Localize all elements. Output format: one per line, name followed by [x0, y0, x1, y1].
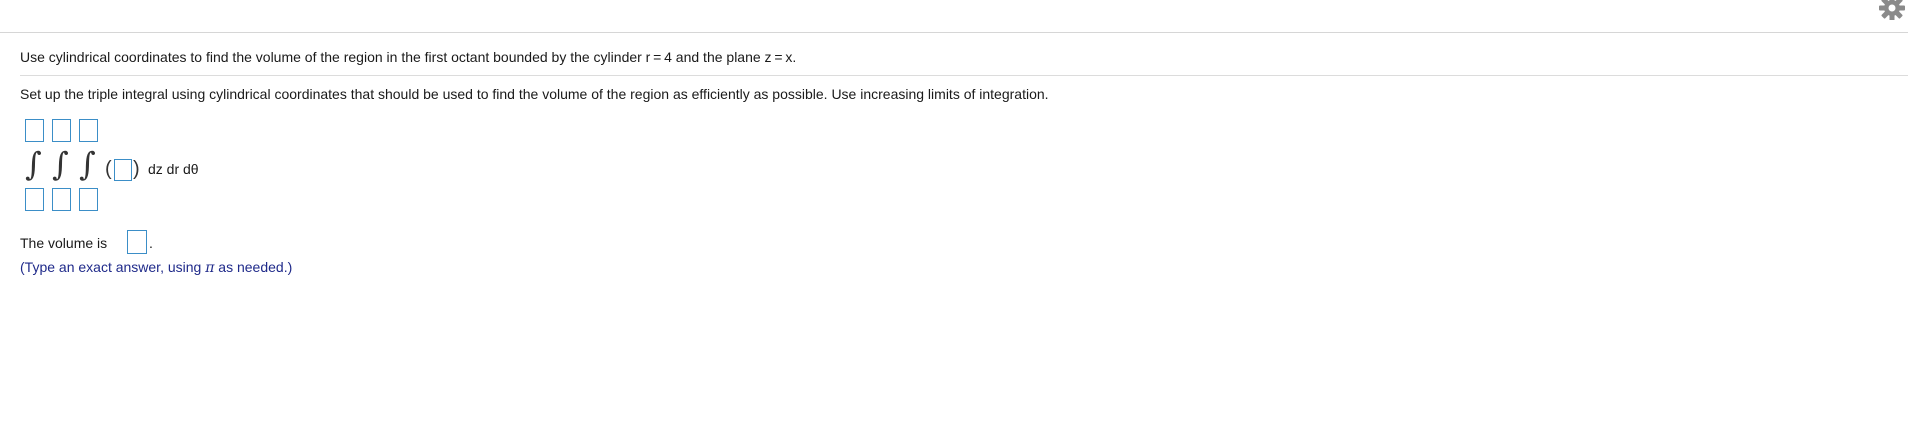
integral-sign-middle: ∫ — [52, 145, 69, 183]
question-prompt: Use cylindrical coordinates to find the … — [20, 49, 797, 65]
upper-limit-outer-input[interactable] — [25, 119, 44, 142]
volume-label: The volume is — [20, 235, 108, 251]
integrand-input[interactable] — [114, 159, 132, 181]
integrand-close-paren: ) — [133, 158, 140, 180]
top-divider — [0, 32, 1908, 33]
lower-limit-outer-input[interactable] — [25, 188, 44, 211]
setup-instruction: Set up the triple integral using cylindr… — [20, 86, 1049, 102]
integral-sign-outer: ∫ — [25, 145, 42, 183]
differentials: dz dr dθ — [148, 161, 199, 177]
answer-hint: (Type an exact answer, using π as needed… — [20, 258, 292, 277]
upper-limit-inner-input[interactable] — [79, 119, 98, 142]
gear-icon[interactable] — [1878, 0, 1906, 20]
lower-limit-inner-input[interactable] — [79, 188, 98, 211]
upper-limit-middle-input[interactable] — [52, 119, 71, 142]
lower-limit-middle-input[interactable] — [52, 188, 71, 211]
hint-prefix: (Type an exact answer, using — [20, 259, 206, 275]
volume-answer-input[interactable] — [127, 230, 147, 254]
hint-suffix: as needed.) — [214, 259, 293, 275]
question-divider — [20, 75, 1908, 76]
integrand-open-paren: ( — [105, 158, 112, 180]
volume-period: . — [149, 235, 153, 251]
integral-sign-inner: ∫ — [79, 145, 96, 183]
